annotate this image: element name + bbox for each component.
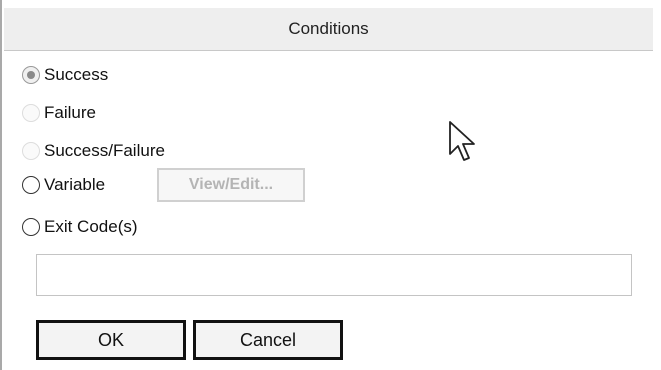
dialog-title: Conditions xyxy=(288,19,369,38)
failure-label: Failure xyxy=(44,103,96,122)
option-success-failure: Success/Failure xyxy=(22,138,165,164)
exit-codes-label[interactable]: Exit Code(s) xyxy=(44,217,138,237)
variable-radio[interactable] xyxy=(22,176,40,194)
conditions-dialog: Conditions Success Failure Success/Failu… xyxy=(0,0,661,370)
view-edit-button: View/Edit... xyxy=(157,168,305,202)
mouse-pointer-icon xyxy=(449,121,475,161)
success-failure-label: Success/Failure xyxy=(44,141,165,160)
option-success: Success xyxy=(22,62,108,88)
cancel-button[interactable]: Cancel xyxy=(193,320,343,360)
option-variable[interactable]: Variable xyxy=(22,172,105,198)
exit-codes-input[interactable] xyxy=(36,254,632,296)
option-failure: Failure xyxy=(22,100,96,126)
failure-radio xyxy=(22,104,40,122)
option-exit-codes[interactable]: Exit Code(s) xyxy=(22,214,138,240)
variable-label[interactable]: Variable xyxy=(44,175,105,195)
success-label: Success xyxy=(44,65,109,84)
success-radio xyxy=(22,66,40,84)
ok-button[interactable]: OK xyxy=(36,320,186,360)
exit-codes-radio[interactable] xyxy=(22,218,40,236)
success-failure-radio xyxy=(22,142,40,160)
dialog-titlebar: Conditions xyxy=(4,8,653,51)
view-edit-label: View/Edit... xyxy=(188,176,274,193)
